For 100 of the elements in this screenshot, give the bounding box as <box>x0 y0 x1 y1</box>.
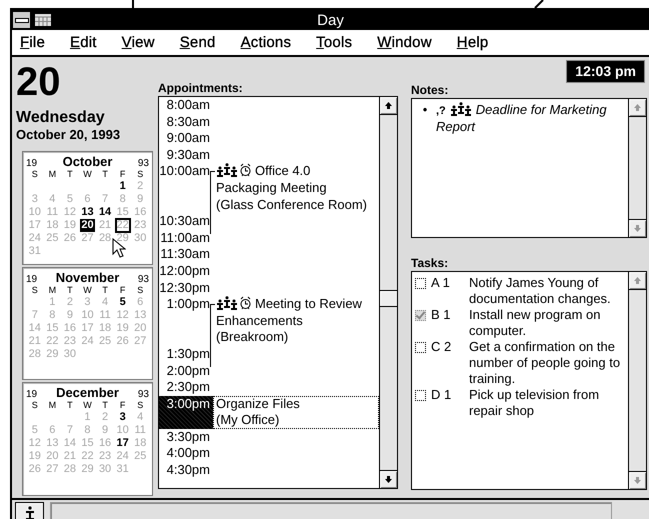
time-slot[interactable]: 10:00am <box>159 163 213 214</box>
calendar-day[interactable]: 11 <box>46 206 60 219</box>
calendar-day[interactable]: 13 <box>133 308 148 322</box>
menu-item[interactable]: Send <box>172 34 227 51</box>
task-text[interactable]: Install new program on computer. <box>469 307 626 339</box>
calendar-day[interactable]: 16 <box>133 206 148 219</box>
calendar-day[interactable]: 3 <box>118 411 127 424</box>
task-text[interactable]: Pick up television from repair shop <box>469 387 626 419</box>
scroll-up-button[interactable] <box>629 272 646 290</box>
calendar-day[interactable]: 21 <box>98 219 112 232</box>
time-slot[interactable]: 1:30pm <box>159 346 213 362</box>
time-slot[interactable]: 2:00pm <box>159 362 213 380</box>
calendar-day[interactable]: 16 <box>98 437 112 450</box>
calendar-day[interactable]: 14 <box>62 437 78 450</box>
appointment-text[interactable]: (Glass Conference Room) <box>216 196 379 214</box>
calendar-day[interactable]: 7 <box>66 424 74 438</box>
time-slot[interactable]: 8:30am <box>159 114 213 130</box>
note-text[interactable]: Deadline for Marketing <box>476 102 607 117</box>
time-slot[interactable]: 3:00pm <box>159 396 213 429</box>
scroll-thumb[interactable] <box>380 290 397 307</box>
calendar-day[interactable]: 17 <box>116 437 130 450</box>
time-slot[interactable]: 11:00am <box>159 230 213 246</box>
calendar-day[interactable]: 25 <box>133 450 148 464</box>
calendar-day[interactable]: 7 <box>101 193 110 206</box>
calendar-day[interactable]: 19 <box>116 322 130 335</box>
calendar-day[interactable]: 24 <box>80 334 95 348</box>
scroll-bar[interactable] <box>628 99 646 237</box>
calendar-day[interactable]: 2 <box>66 296 74 309</box>
calendar-day[interactable]: 21 <box>62 450 78 464</box>
calendar-day[interactable]: 10 <box>28 206 42 219</box>
time-slot[interactable]: 4:00pm <box>159 445 213 462</box>
time-slot[interactable]: 10:30am <box>159 213 213 230</box>
calendar-day[interactable]: 23 <box>98 450 112 464</box>
calendar-day[interactable]: 22 <box>116 219 130 232</box>
task-text[interactable]: Get a confirmation on the number of people going to training. <box>469 339 626 387</box>
calendar-day[interactable]: 31 <box>28 245 42 258</box>
calendar-day[interactable]: 17 <box>28 219 42 232</box>
time-slot[interactable]: 3:30pm <box>159 428 213 446</box>
calendar-day[interactable]: 9 <box>136 193 144 206</box>
calendar-day[interactable]: 28 <box>98 232 112 245</box>
calendar-day[interactable]: 12 <box>116 308 130 322</box>
scroll-down-button[interactable] <box>629 219 646 237</box>
calendar-day[interactable]: 15 <box>116 206 130 219</box>
calendar-day[interactable]: 26 <box>28 463 42 476</box>
calendar-day[interactable]: 27 <box>133 334 148 348</box>
calendar-day[interactable]: 25 <box>45 232 60 245</box>
calendar-day[interactable]: 22 <box>80 450 95 464</box>
calendar-day[interactable]: 11 <box>133 424 147 438</box>
menu-item[interactable]: File <box>12 34 56 51</box>
calendar-day[interactable]: 1 <box>118 180 127 193</box>
note-text[interactable]: Report <box>436 119 476 135</box>
appointment-text[interactable]: Office 4.0 <box>255 163 310 178</box>
calendar-day[interactable]: 19 <box>62 219 78 232</box>
appointment-text[interactable]: Organize Files <box>216 396 379 412</box>
appointment-text[interactable]: Packaging Meeting <box>216 180 379 197</box>
calendar-day[interactable]: 20 <box>80 219 95 232</box>
scroll-up-button[interactable] <box>629 99 646 117</box>
calendar-day[interactable]: 10 <box>80 308 95 322</box>
calendar-day[interactable]: 25 <box>98 334 112 348</box>
calendar-day[interactable]: 8 <box>48 308 56 322</box>
calendar-day[interactable]: 4 <box>136 411 144 424</box>
calendar-day[interactable]: 6 <box>48 424 56 438</box>
calendar-day[interactable]: 12 <box>28 437 42 450</box>
time-slot[interactable]: 9:30am <box>159 146 213 164</box>
calendar-day[interactable]: 30 <box>62 348 78 361</box>
scroll-down-button[interactable] <box>629 471 646 489</box>
menu-item[interactable]: Actions <box>232 34 302 51</box>
scroll-down-button[interactable] <box>380 470 397 488</box>
time-slot[interactable]: 2:30pm <box>159 379 213 396</box>
calendar-day[interactable]: 16 <box>62 322 78 335</box>
time-slot[interactable]: 1:00pm <box>159 296 213 346</box>
calendar-day[interactable]: 8 <box>83 424 92 438</box>
checkbox[interactable] <box>415 390 426 401</box>
calendar-day[interactable]: 18 <box>133 437 148 450</box>
calendar-day[interactable]: 29 <box>116 232 130 245</box>
calendar-day[interactable]: 10 <box>116 424 130 438</box>
calendar-day[interactable]: 6 <box>83 193 92 206</box>
calendar-day[interactable]: 4 <box>101 296 110 309</box>
checkbox[interactable] <box>415 278 426 289</box>
calendar-day[interactable]: 20 <box>133 322 148 335</box>
calendar-day[interactable]: 5 <box>30 424 39 438</box>
calendar-day[interactable]: 15 <box>45 322 60 335</box>
calendar-day[interactable]: 26 <box>116 334 130 348</box>
time-slot[interactable]: 9:00am <box>159 130 213 147</box>
calendar-day[interactable]: 11 <box>98 308 112 322</box>
calendar-day[interactable]: 17 <box>80 322 95 335</box>
calendar-day[interactable]: 14 <box>98 206 112 219</box>
menu-item[interactable]: Tools <box>308 34 364 51</box>
calendar-day[interactable]: 30 <box>98 463 112 476</box>
time-slot[interactable]: 4:30pm <box>159 462 213 479</box>
menu-item[interactable]: View <box>114 34 166 51</box>
calendar-day[interactable]: 23 <box>133 219 148 232</box>
calendar-day[interactable]: 29 <box>45 348 60 361</box>
appointment-text[interactable]: Meeting to Review <box>255 296 362 312</box>
calendar-day[interactable]: 6 <box>136 296 144 309</box>
control-menu-button[interactable] <box>12 11 31 29</box>
calendar-day[interactable]: 24 <box>116 450 130 464</box>
calendar-day[interactable]: 2 <box>101 411 110 424</box>
menu-item[interactable]: Help <box>448 34 500 51</box>
scroll-bar[interactable] <box>628 272 646 489</box>
